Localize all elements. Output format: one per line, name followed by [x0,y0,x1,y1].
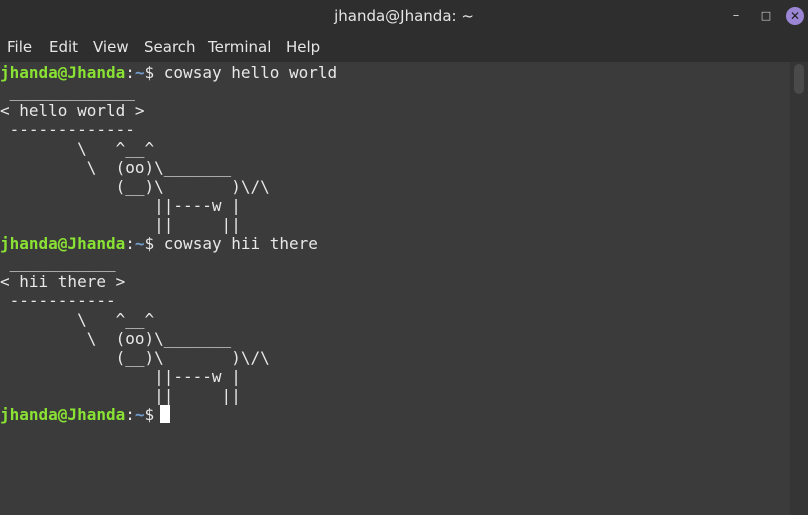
output-line: || || [0,386,241,405]
menu-search[interactable]: Search [144,32,196,62]
window-title: jhanda@Jhanda: ~ [334,7,474,25]
menu-terminal[interactable]: Terminal [208,32,271,62]
output-line: \ ^__^ [0,139,155,158]
scrollbar[interactable] [790,62,808,515]
prompt-symbol: $ [144,63,155,82]
output-line: \ (oo)\_______ [0,329,232,348]
prompt-line: jhanda@Jhanda:~$ cowsay hii there [0,234,318,253]
output-line: \ ^__^ [0,310,155,329]
output-line: < hello world > [0,101,145,120]
menu-edit[interactable]: Edit [49,32,78,62]
output-line: < hii there > [0,272,126,291]
title-bar[interactable]: jhanda@Jhanda: ~ – □ ✕ [0,0,808,32]
output-line: \ (oo)\_______ [0,158,232,177]
output-line: (__)\ )\/\ [0,348,270,367]
prompt-path: ~ [134,63,145,82]
prompt-colon: : [125,63,135,82]
output-line: ||----w | [0,196,241,215]
output-line: ----------- [0,291,116,310]
maximize-icon[interactable]: □ [756,6,776,26]
prompt-colon: : [125,234,135,253]
prompt-user-host: jhanda@Jhanda [0,63,126,82]
scrollbar-thumb[interactable] [794,64,804,94]
prompt-path: ~ [134,234,145,253]
output-line: (__)\ )\/\ [0,177,270,196]
terminal-output[interactable]: jhanda@Jhanda:~$ cowsay hello world ____… [0,62,790,515]
prompt-user-host: jhanda@Jhanda [0,405,126,424]
prompt-path: ~ [134,405,145,424]
prompt-symbol: $ [144,234,155,253]
prompt-line: jhanda@Jhanda:~$ cowsay hello world [0,63,337,82]
menu-view[interactable]: View [93,32,129,62]
close-icon[interactable]: ✕ [786,7,804,25]
menu-help[interactable]: Help [286,32,320,62]
output-line: ___________ [0,253,116,272]
text-cursor [160,405,171,423]
menu-bar: File Edit View Search Terminal Help [0,32,808,62]
prompt-symbol: $ [144,405,155,424]
terminal-window: jhanda@Jhanda: ~ – □ ✕ File Edit View Se… [0,0,808,515]
output-line: ||----w | [0,367,241,386]
prompt-command: cowsay hii there [154,234,318,253]
minimize-icon[interactable]: – [726,6,746,26]
prompt-line: jhanda@Jhanda:~$ [0,405,171,424]
output-line: _____________ [0,82,135,101]
prompt-command: cowsay hello world [154,63,338,82]
prompt-colon: : [125,405,135,424]
output-line: || || [0,215,241,234]
output-line: ------------- [0,120,135,139]
prompt-user-host: jhanda@Jhanda [0,234,126,253]
menu-file[interactable]: File [7,32,32,62]
